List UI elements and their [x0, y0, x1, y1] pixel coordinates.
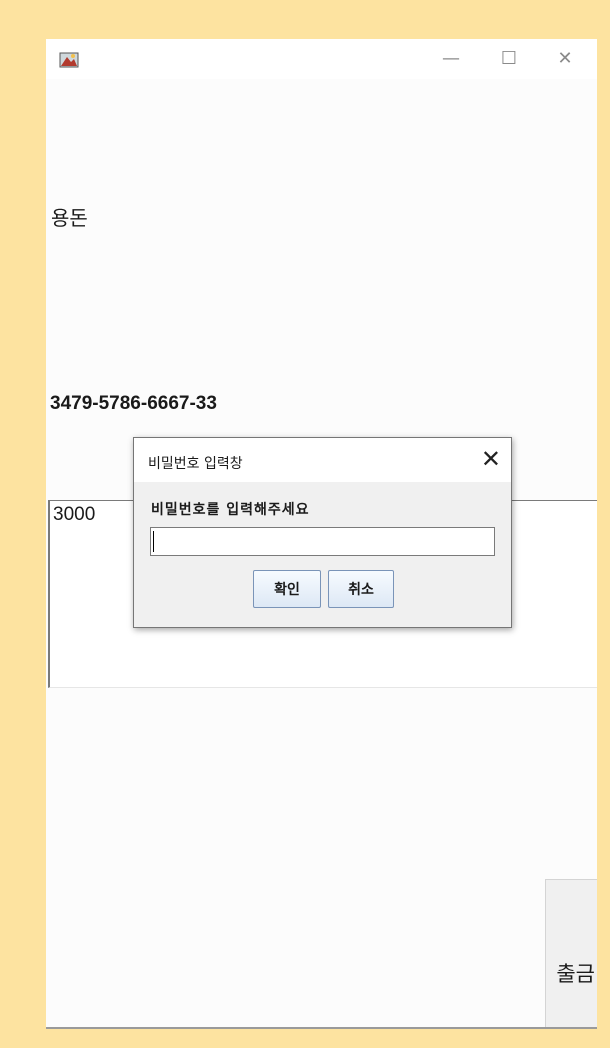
dialog-title: 비밀번호 입력창	[148, 456, 243, 472]
withdraw-button[interactable]: 출금	[545, 879, 597, 1029]
maximize-icon[interactable]: ☐	[489, 45, 529, 73]
dialog-message: 비밀번호를 입력해주세요	[151, 502, 310, 518]
java-app-icon	[59, 52, 79, 68]
password-dialog: 비밀번호 입력창 ✕ 비밀번호를 입력해주세요 확인 취소	[133, 437, 512, 628]
window-titlebar: — ☐ ✕	[46, 39, 597, 79]
bottom-divider	[46, 1027, 597, 1029]
ok-button[interactable]: 확인	[253, 570, 321, 608]
account-name-label: 용돈	[51, 206, 88, 230]
withdraw-button-label: 출금	[556, 961, 595, 986]
account-number-label: 3479-5786-6667-33	[50, 393, 217, 414]
cancel-button[interactable]: 취소	[328, 570, 394, 608]
close-icon[interactable]: ✕	[545, 45, 585, 73]
minimize-icon[interactable]: —	[431, 45, 471, 73]
text-caret	[153, 531, 154, 552]
dialog-titlebar: 비밀번호 입력창 ✕	[134, 438, 511, 482]
password-input[interactable]	[150, 527, 495, 556]
amount-value: 3000	[53, 504, 96, 525]
dialog-close-icon[interactable]: ✕	[481, 444, 501, 474]
